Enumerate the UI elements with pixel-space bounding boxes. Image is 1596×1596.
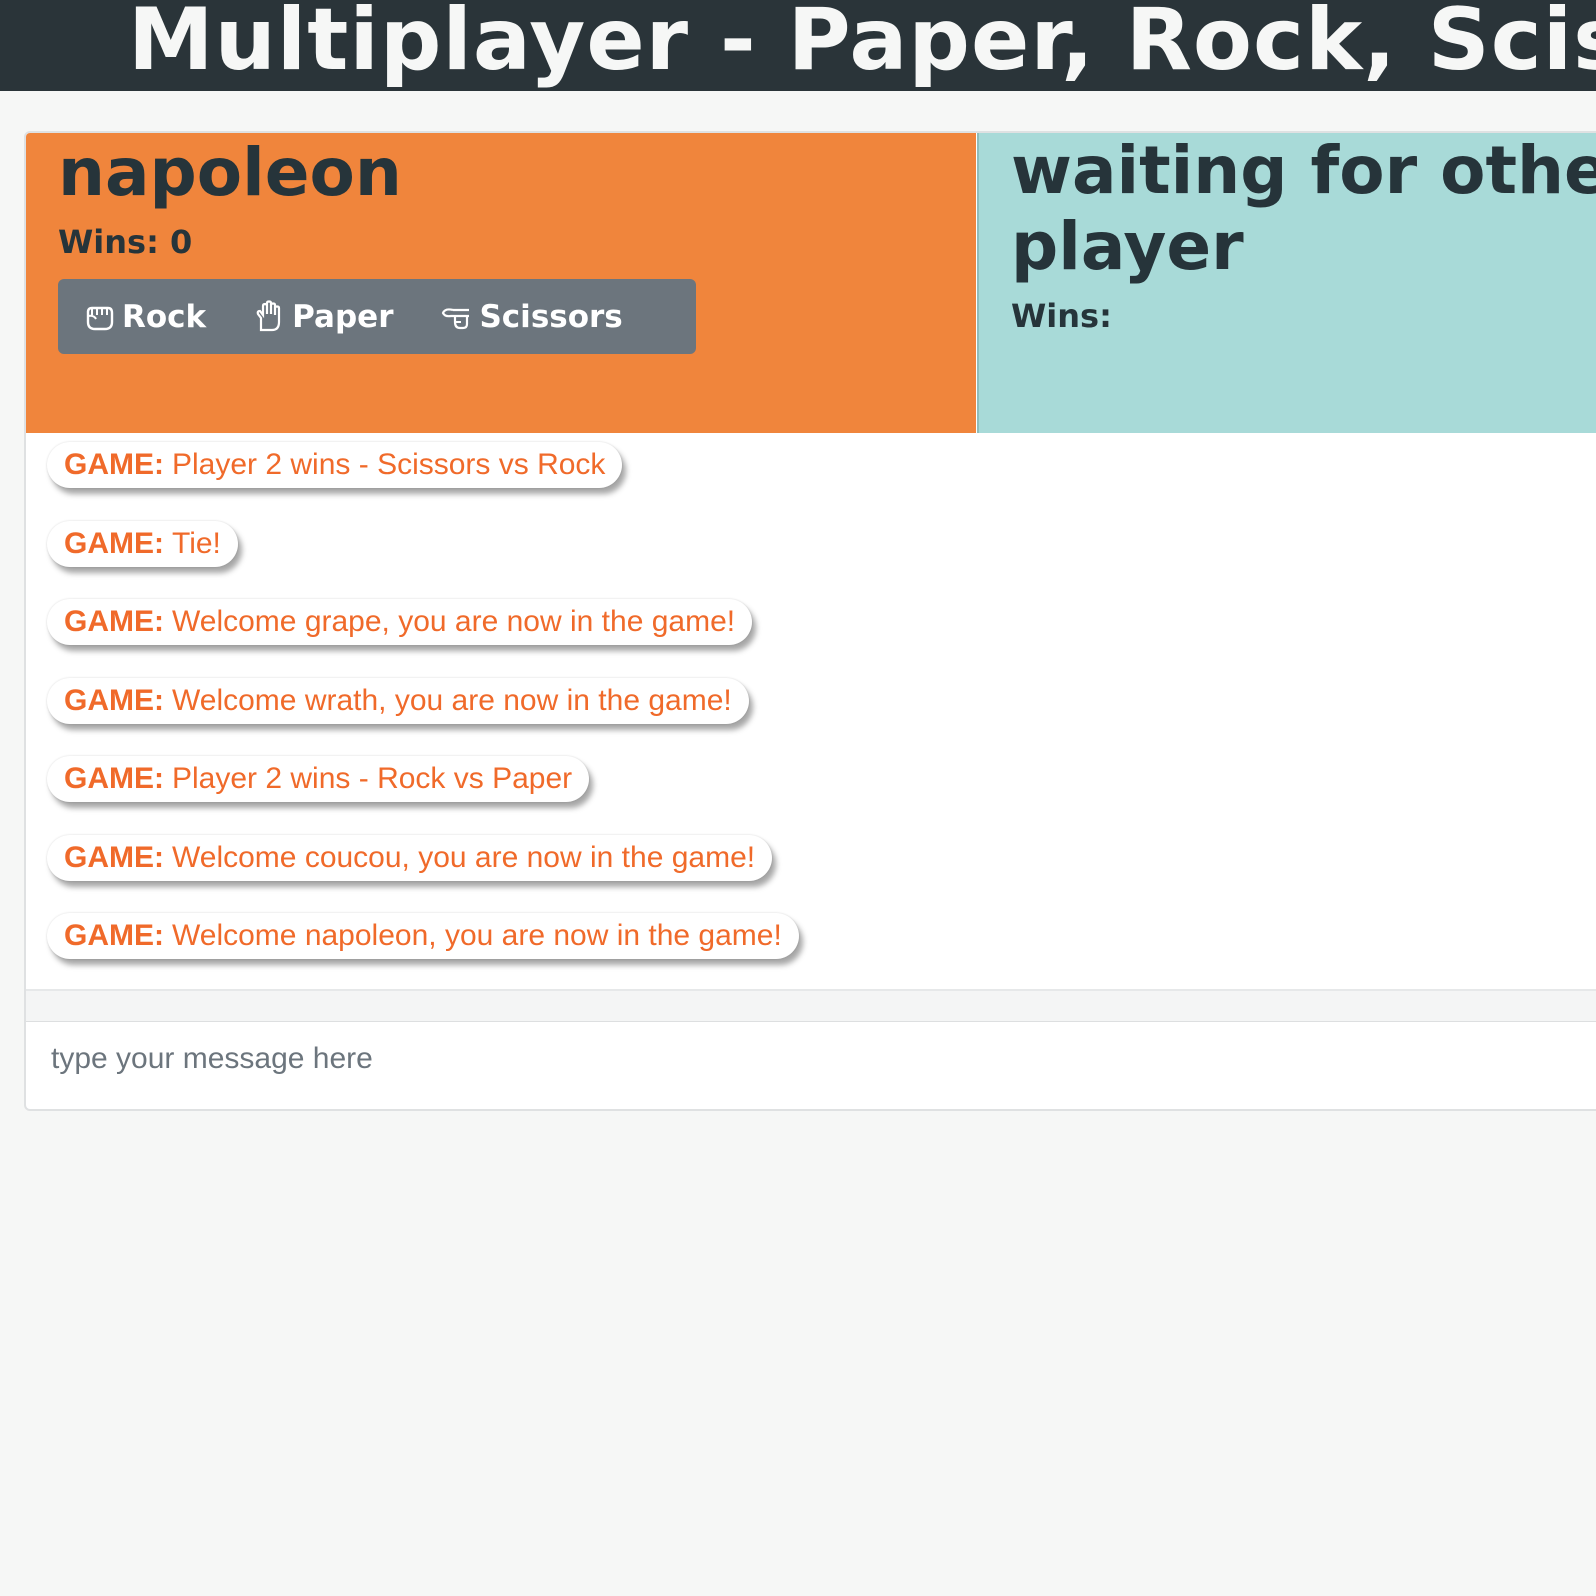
message-text: Welcome napoleon, you are now in the gam…: [172, 919, 782, 952]
message-sender: GAME:: [64, 605, 164, 638]
player2-name: waiting for other player: [1011, 132, 1596, 285]
scissors-button[interactable]: Scissors: [415, 279, 644, 354]
rock-label: Rock: [122, 298, 207, 335]
message-text: Player 2 wins - Rock vs Paper: [172, 762, 573, 795]
player2-wins: Wins:: [1011, 297, 1112, 335]
paper-button[interactable]: Paper: [228, 279, 415, 354]
chat-message: GAME: Welcome wrath, you are now in the …: [47, 678, 749, 724]
chat-message: GAME: Tie!: [47, 521, 238, 567]
hand-paper-icon: [256, 299, 281, 331]
rock-button[interactable]: Rock: [58, 279, 228, 354]
player-panels: napoleon Wins: 0 Rock Paper Scissors wai…: [26, 133, 1596, 435]
chat-message: GAME: Welcome grape, you are now in the …: [47, 599, 753, 645]
message-text: Player 2 wins - Scissors vs Rock: [172, 448, 606, 481]
message-sender: GAME:: [64, 448, 164, 481]
chat-log: GAME: Player 2 wins - Scissors vs Rock G…: [26, 433, 1596, 989]
choice-button-group: Rock Paper Scissors: [58, 279, 696, 354]
chat-message: GAME: Welcome coucou, you are now in the…: [47, 835, 773, 881]
chat-message: GAME: Player 2 wins - Scissors vs Rock: [47, 442, 623, 488]
message-sender: GAME:: [64, 919, 164, 952]
message-sender: GAME:: [64, 762, 164, 795]
message-sender: GAME:: [64, 841, 164, 874]
page-title: Multiplayer - Paper, Rock, Scissors: [128, 0, 1596, 90]
message-sender: GAME:: [64, 527, 164, 560]
message-text: Welcome wrath, you are now in the game!: [172, 684, 732, 717]
message-sender: GAME:: [64, 684, 164, 717]
player2-panel: waiting for other player Wins:: [977, 133, 1596, 435]
paper-label: Paper: [292, 298, 394, 335]
chat-message: GAME: Player 2 wins - Rock vs Paper: [47, 756, 590, 802]
hand-scissors-icon: [442, 307, 470, 329]
scissors-label: Scissors: [479, 298, 623, 335]
player1-name: napoleon: [58, 134, 402, 211]
chat-message-input[interactable]: [26, 1022, 1596, 1096]
game-card: napoleon Wins: 0 Rock Paper Scissors wai…: [24, 131, 1596, 1111]
header-bar: Multiplayer - Paper, Rock, Scissors: [0, 0, 1596, 91]
chat-message: GAME: Welcome napoleon, you are now in t…: [47, 913, 799, 959]
message-text: Welcome coucou, you are now in the game!: [172, 841, 756, 874]
message-text: Tie!: [172, 527, 221, 560]
message-text: Welcome grape, you are now in the game!: [172, 605, 736, 638]
chat-divider: [26, 989, 1596, 1024]
hand-rock-icon: [86, 306, 114, 330]
page: Multiplayer - Paper, Rock, Scissors napo…: [0, 0, 1596, 1596]
player1-wins: Wins: 0: [58, 223, 193, 261]
player1-panel: napoleon Wins: 0 Rock Paper Scissors: [26, 133, 976, 435]
